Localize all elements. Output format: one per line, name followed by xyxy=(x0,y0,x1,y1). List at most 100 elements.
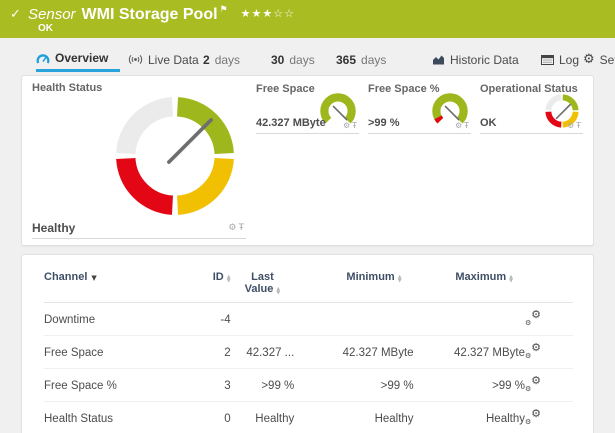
table-row: Free Space 2 42.327 ... 42.327 MByte 42.… xyxy=(44,335,573,369)
channel-minimum xyxy=(294,302,414,336)
column-header-id[interactable]: ID ▲ ▼ xyxy=(202,269,231,303)
free-space-pct-value: >99 % xyxy=(368,117,400,129)
priority-flag-icon[interactable]: ⚑ xyxy=(220,5,228,15)
gauge-pin-icon[interactable]: Ŧ xyxy=(239,223,247,233)
gauge-pin-icon[interactable]: Ŧ xyxy=(352,121,359,130)
operational-status-tile: Operational Status OK ⚙Ŧ xyxy=(480,82,583,134)
tab-30-days-number: 30 xyxy=(271,52,285,67)
channel-last-value: Healthy xyxy=(230,401,295,433)
sensor-status-badge: OK xyxy=(38,23,53,34)
gauge-needle xyxy=(167,118,213,164)
star-rating[interactable]: ★★★☆☆ xyxy=(241,7,295,20)
channel-maximum: Healthy xyxy=(413,401,525,433)
settings-gear-icon: ⚙ xyxy=(583,52,595,67)
health-status-tile: Health Status Healthy ⚙Ŧ xyxy=(32,82,246,239)
gauge-needle xyxy=(444,105,460,121)
table-header-row: Channel ▼ ID ▲ ▼ Last Value ▲ ▼ Minimum ▲ ▼ Max… xyxy=(44,269,573,303)
channel-name: Free Space xyxy=(44,335,203,369)
channel-maximum xyxy=(413,302,525,336)
gauge-pin-icon[interactable]: Ŧ xyxy=(464,121,471,130)
live-signal-icon xyxy=(128,54,143,65)
gauge-needle xyxy=(555,103,571,120)
column-header-maximum-label: Maximum xyxy=(455,271,507,283)
free-space-pct-tile: Free Space % >99 % ⚙Ŧ xyxy=(368,82,471,134)
stars-filled[interactable]: ★★★ xyxy=(241,7,274,20)
health-status-gauge[interactable] xyxy=(114,95,236,217)
gauge-gear-icon[interactable]: ⚙ xyxy=(343,121,352,130)
health-status-value: Healthy xyxy=(32,221,76,235)
operational-status-title: Operational Status xyxy=(480,83,578,95)
sort-icon: ▲ ▼ xyxy=(509,274,513,284)
channel-settings-icon[interactable]: ⚙ ⚙ xyxy=(525,341,541,360)
tab-historic-data-label: Historic Data xyxy=(450,52,519,67)
operational-status-value: OK xyxy=(480,117,497,129)
channel-id: 2 xyxy=(202,335,231,369)
channel-name: Free Space % xyxy=(44,368,203,402)
tab-bar: Overview Live Data 2 days 30 days 365 da… xyxy=(0,38,615,75)
column-header-minimum[interactable]: Minimum ▲ ▼ xyxy=(294,269,414,303)
sort-icon: ▲ ▼ xyxy=(276,286,281,296)
tab-settings-label: Settings xyxy=(599,52,615,67)
column-header-maximum[interactable]: Maximum ▲ ▼ xyxy=(413,269,525,303)
channel-settings-icon[interactable]: ⚙ ⚙ xyxy=(525,308,541,327)
overview-gauge-icon xyxy=(36,54,50,64)
free-space-pct-title: Free Space % xyxy=(368,83,440,95)
gauge-pin-icon[interactable]: Ŧ xyxy=(576,121,583,130)
status-check-icon: ✓ xyxy=(10,7,21,22)
tab-log[interactable]: Log xyxy=(541,47,579,72)
column-header-channel-label: Channel xyxy=(44,271,88,283)
sort-icon: ▲ ▼ xyxy=(226,274,231,284)
column-header-id-label: ID xyxy=(212,271,224,283)
table-row: Downtime -4 ⚙ ⚙ xyxy=(44,302,573,336)
sort-icon: ▲ ▼ xyxy=(397,274,402,284)
column-header-minimum-label: Minimum xyxy=(346,271,395,283)
gauge-gear-icon[interactable]: ⚙ xyxy=(455,121,464,130)
tab-settings[interactable]: ⚙ Settings xyxy=(583,47,615,72)
channel-maximum: 42.327 MByte xyxy=(413,335,525,369)
column-header-actions xyxy=(525,269,573,303)
channel-last-value: 42.327 ... xyxy=(230,335,295,369)
tab-30-days-unit: days xyxy=(289,52,315,67)
gauge-gear-icon[interactable]: ⚙ xyxy=(228,223,238,233)
gauge-gear-icon[interactable]: ⚙ xyxy=(567,121,576,130)
channel-minimum: >99 % xyxy=(294,368,414,402)
tab-30-days[interactable]: 30 days xyxy=(271,47,315,72)
column-header-channel[interactable]: Channel ▼ xyxy=(44,269,203,303)
tab-365-days[interactable]: 365 days xyxy=(336,47,386,72)
tab-365-days-unit: days xyxy=(361,52,387,67)
channel-id: -4 xyxy=(202,302,231,336)
channel-id: 0 xyxy=(202,401,231,433)
tab-historic-data[interactable]: Historic Data xyxy=(432,47,519,72)
channel-settings-icon[interactable]: ⚙ ⚙ xyxy=(525,407,541,426)
stars-empty[interactable]: ☆☆ xyxy=(273,7,295,20)
free-space-value: 42.327 MByte xyxy=(256,117,326,129)
tab-365-days-number: 365 xyxy=(336,52,357,67)
channel-last-value: >99 % xyxy=(230,368,295,402)
tab-live-data[interactable]: Live Data xyxy=(128,47,199,72)
sort-desc-icon: ▼ xyxy=(91,274,97,282)
gauge-needle xyxy=(332,105,348,121)
tab-overview[interactable]: Overview xyxy=(36,47,120,72)
tab-2-days-unit: days xyxy=(214,52,241,67)
sensor-type-label: Sensor xyxy=(28,6,76,23)
channel-name: Health Status xyxy=(44,401,203,433)
channel-minimum: 42.327 MByte xyxy=(294,335,414,369)
channel-maximum: >99 % xyxy=(413,368,525,402)
sensor-header: ✓ Sensor WMI Storage Pool ⚑ ★★★☆☆ OK xyxy=(0,0,615,38)
free-space-tile: Free Space 42.327 MByte ⚙Ŧ xyxy=(256,82,359,134)
column-header-last-value[interactable]: Last Value ▲ ▼ xyxy=(230,269,295,303)
channel-table: Channel ▼ ID ▲ ▼ Last Value ▲ ▼ Minimum ▲ ▼ Max… xyxy=(44,269,573,433)
tab-2-days[interactable]: 2 days xyxy=(203,47,240,72)
table-row: Free Space % 3 >99 % >99 % >99 % ⚙ ⚙ xyxy=(44,368,573,402)
tab-log-label: Log xyxy=(559,52,580,67)
mini-gauge-tiles: Free Space 42.327 MByte ⚙Ŧ Free Space % … xyxy=(256,82,583,239)
gauges-panel: Health Status Healthy ⚙Ŧ Free Space 42.3… xyxy=(21,75,594,246)
tab-2-days-number: 2 xyxy=(203,52,210,67)
table-row: Health Status 0 Healthy Healthy Healthy … xyxy=(44,401,573,433)
overview-content: Health Status Healthy ⚙Ŧ Free Space 42.3… xyxy=(21,75,594,433)
channel-settings-icon[interactable]: ⚙ ⚙ xyxy=(525,374,541,393)
channel-minimum: Healthy xyxy=(294,401,414,433)
channel-table-panel: Channel ▼ ID ▲ ▼ Last Value ▲ ▼ Minimum ▲ ▼ Max… xyxy=(21,254,594,433)
column-header-value-label: Value xyxy=(244,283,274,295)
historic-chart-icon xyxy=(433,55,444,65)
